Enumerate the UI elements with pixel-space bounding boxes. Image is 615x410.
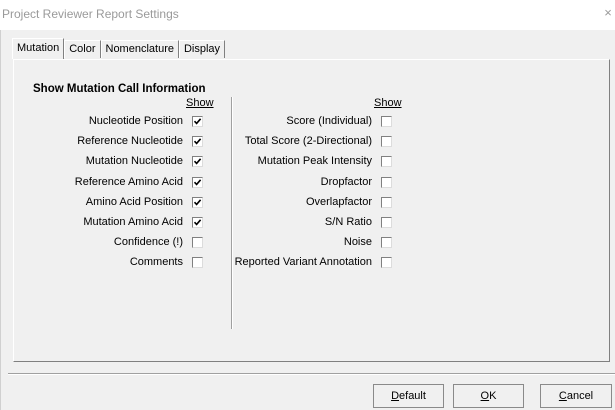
- cancel-button[interactable]: Cancel: [540, 384, 612, 408]
- check-mark-icon: [193, 118, 202, 125]
- window-title: Project Reviewer Report Settings: [2, 7, 179, 21]
- ok-button-mnemonic: O: [480, 390, 490, 402]
- right-row-label: Reported Variant Annotation: [234, 256, 372, 268]
- check-mark-icon: [193, 199, 202, 206]
- checkbox-amino-acid-position[interactable]: [192, 197, 203, 208]
- default-button-mnemonic: D: [391, 390, 400, 402]
- right-row-label: Overlapfactor: [305, 196, 372, 208]
- button-separator: [8, 373, 615, 375]
- check-mark-icon: [193, 219, 202, 226]
- checkbox-dropfactor[interactable]: [381, 177, 392, 188]
- close-icon[interactable]: ×: [601, 4, 615, 22]
- left-row-label: Reference Nucleotide: [77, 135, 183, 147]
- checkbox-nucleotide-position[interactable]: [192, 116, 203, 127]
- default-button-label-rest: efault: [399, 390, 426, 402]
- right-row-label: Total Score (2-Directional): [244, 135, 372, 147]
- checkbox-overlapfactor[interactable]: [381, 197, 392, 208]
- tab-display[interactable]: Display: [178, 40, 226, 58]
- right-row-label: S/N Ratio: [324, 216, 372, 228]
- right-column-header: Show: [374, 97, 402, 109]
- window-left-edge: [0, 30, 4, 410]
- check-mark-icon: [193, 179, 202, 186]
- left-row-label: Confidence (!): [113, 236, 183, 248]
- checkbox-total-score[interactable]: [381, 136, 392, 147]
- ok-button-label-rest: K: [489, 390, 497, 402]
- right-row-label: Dropfactor: [320, 176, 372, 188]
- checkbox-mutation-peak-intensity[interactable]: [381, 156, 392, 167]
- section-title: Show Mutation Call Information: [33, 83, 206, 95]
- left-row-label: Comments: [129, 256, 183, 268]
- checkbox-mutation-amino-acid[interactable]: [192, 217, 203, 228]
- checkbox-reported-variant-annotation[interactable]: [381, 257, 392, 268]
- checkbox-noise[interactable]: [381, 237, 392, 248]
- tab-nomenclature[interactable]: Nomenclature: [100, 40, 179, 58]
- check-mark-icon: [193, 138, 202, 145]
- tab-mutation[interactable]: Mutation: [12, 38, 65, 59]
- checkbox-mutation-nucleotide[interactable]: [192, 156, 203, 167]
- left-row-label: Amino Acid Position: [85, 196, 183, 208]
- title-bar: Project Reviewer Report Settings ×: [0, 0, 615, 30]
- left-row-label: Reference Amino Acid: [74, 176, 183, 188]
- checkbox-score-individual[interactable]: [381, 116, 392, 127]
- left-column-header: Show: [186, 97, 214, 109]
- left-row-label: Nucleotide Position: [88, 115, 183, 127]
- ok-button[interactable]: OK: [453, 384, 524, 408]
- default-button[interactable]: Default: [373, 384, 444, 408]
- checkbox-sn-ratio[interactable]: [381, 217, 392, 228]
- right-row-label: Noise: [343, 236, 372, 248]
- checkbox-reference-nucleotide[interactable]: [192, 136, 203, 147]
- cancel-button-mnemonic: C: [558, 390, 567, 402]
- mutation-tab-panel: Show Mutation Call Information Show Show…: [13, 59, 610, 362]
- cancel-button-label-rest: ancel: [566, 390, 594, 402]
- check-mark-icon: [193, 158, 202, 165]
- left-row-label: Mutation Nucleotide: [85, 155, 183, 167]
- left-row-label: Mutation Amino Acid: [83, 216, 183, 228]
- right-row-label: Score (Individual): [286, 115, 372, 127]
- checkbox-confidence[interactable]: [192, 237, 203, 248]
- checkbox-comments[interactable]: [192, 257, 203, 268]
- right-row-label: Mutation Peak Intensity: [257, 155, 372, 167]
- tab-strip: Mutation Color Nomenclature Display: [12, 38, 226, 59]
- tab-color[interactable]: Color: [64, 40, 101, 58]
- checkbox-reference-amino-acid[interactable]: [192, 177, 203, 188]
- column-divider: [231, 97, 233, 329]
